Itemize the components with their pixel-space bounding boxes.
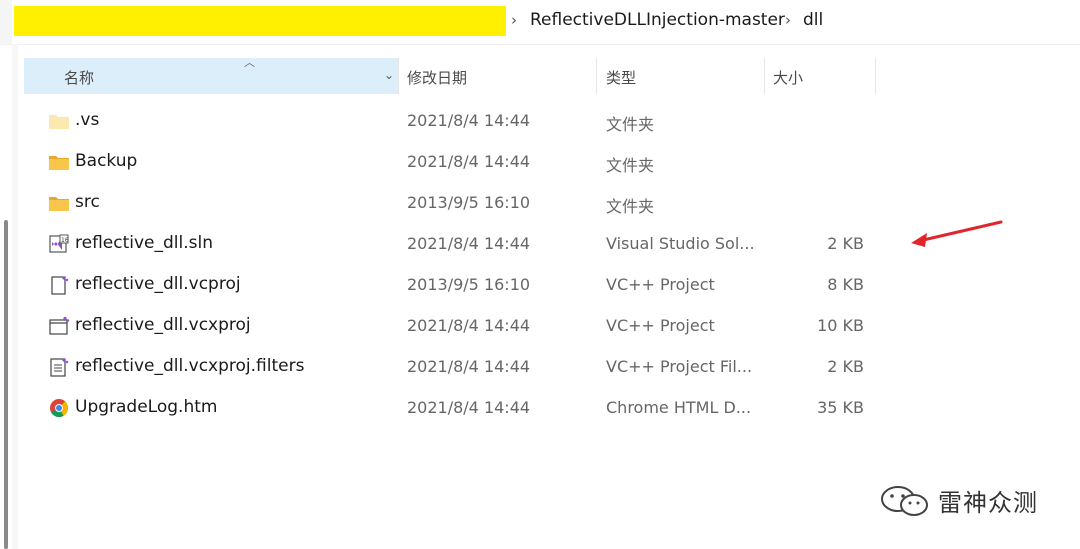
vc-project-file-icon xyxy=(48,275,70,295)
column-header-size[interactable]: 大小 xyxy=(764,58,876,94)
file-type: 文件夹 xyxy=(606,115,655,134)
column-header-type-label: 类型 xyxy=(606,69,637,87)
file-name: reflective_dll.vcproj xyxy=(75,274,241,294)
navigation-scrollbar[interactable] xyxy=(4,220,8,549)
chevron-down-icon[interactable]: ⌄ xyxy=(384,68,394,82)
file-type: Visual Studio Sol... xyxy=(606,234,755,253)
navigation-pane-edge xyxy=(12,44,18,549)
file-type: 文件夹 xyxy=(606,197,655,216)
red-arrow-annotation xyxy=(911,220,1003,247)
file-date: 2021/8/4 14:44 xyxy=(407,111,531,130)
file-name: UpgradeLog.htm xyxy=(75,397,218,417)
file-name: reflective_dll.sln xyxy=(75,233,213,253)
column-header-date-label: 修改日期 xyxy=(407,69,468,87)
file-name: reflective_dll.vcxproj xyxy=(75,315,251,335)
file-date: 2013/9/5 16:10 xyxy=(407,193,531,212)
file-size: 8 KB xyxy=(827,275,864,294)
file-name: .vs xyxy=(75,110,100,130)
file-type: 文件夹 xyxy=(606,156,655,175)
file-date: 2021/8/4 14:44 xyxy=(407,357,531,376)
folder-icon xyxy=(48,193,70,213)
visual-studio-solution-icon: 16 xyxy=(48,234,70,254)
vc-filters-file-icon xyxy=(48,357,70,377)
file-size: 35 KB xyxy=(817,398,864,417)
file-size: 2 KB xyxy=(827,234,864,253)
folder-icon xyxy=(48,111,70,131)
file-type: VC++ Project Fil... xyxy=(606,357,753,376)
address-bar-left-edge xyxy=(0,0,12,44)
file-size: 2 KB xyxy=(827,357,864,376)
file-row[interactable]: .vs 2021/8/4 14:44 文件夹 xyxy=(24,101,884,142)
file-name: reflective_dll.vcxproj.filters xyxy=(75,356,305,376)
column-header-name-label: 名称 xyxy=(64,69,95,87)
vc-project-window-icon xyxy=(48,316,70,336)
file-row[interactable]: reflective_dll.vcproj 2013/9/5 16:10 VC+… xyxy=(24,265,884,306)
sort-ascending-icon: ︿ xyxy=(244,56,255,69)
breadcrumb-separator: › xyxy=(511,11,517,29)
file-type: Chrome HTML D... xyxy=(606,398,752,417)
breadcrumb-item-dll[interactable]: dll xyxy=(803,10,823,30)
folder-icon xyxy=(48,152,70,172)
chrome-icon xyxy=(48,398,70,418)
column-header-type[interactable]: 类型 xyxy=(596,58,765,94)
file-type: VC++ Project xyxy=(606,316,715,335)
breadcrumb-separator: › xyxy=(785,11,791,29)
file-date: 2021/8/4 14:44 xyxy=(407,316,531,335)
file-size: 10 KB xyxy=(817,316,864,335)
svg-text:16: 16 xyxy=(61,237,69,244)
file-date: 2013/9/5 16:10 xyxy=(407,275,531,294)
column-header-size-label: 大小 xyxy=(773,69,804,87)
file-date: 2021/8/4 14:44 xyxy=(407,152,531,171)
file-row[interactable]: UpgradeLog.htm 2021/8/4 14:44 Chrome HTM… xyxy=(24,388,884,429)
watermark: 雷神众测 xyxy=(878,482,1078,522)
file-date: 2021/8/4 14:44 xyxy=(407,398,531,417)
file-row[interactable]: reflective_dll.vcxproj.filters 2021/8/4 … xyxy=(24,347,884,388)
file-date: 2021/8/4 14:44 xyxy=(407,234,531,253)
file-row[interactable]: 16 reflective_dll.sln 2021/8/4 14:44 Vis… xyxy=(24,224,884,265)
wechat-icon xyxy=(881,486,928,516)
file-row[interactable]: src 2013/9/5 16:10 文件夹 xyxy=(24,183,884,224)
file-type: VC++ Project xyxy=(606,275,715,294)
column-header-name[interactable]: ︿ 名称 ⌄ xyxy=(24,56,399,94)
file-row[interactable]: reflective_dll.vcxproj 2021/8/4 14:44 VC… xyxy=(24,306,884,347)
watermark-text: 雷神众测 xyxy=(938,489,1038,517)
address-bar[interactable]: › ReflectiveDLLInjection-master › dll xyxy=(0,0,1080,45)
file-name: Backup xyxy=(75,151,138,171)
breadcrumb-item-project[interactable]: ReflectiveDLLInjection-master xyxy=(530,10,785,30)
file-name: src xyxy=(75,192,100,212)
file-row[interactable]: Backup 2021/8/4 14:44 文件夹 xyxy=(24,142,884,183)
redacted-path xyxy=(14,6,506,36)
column-header-date[interactable]: 修改日期 xyxy=(398,58,597,94)
